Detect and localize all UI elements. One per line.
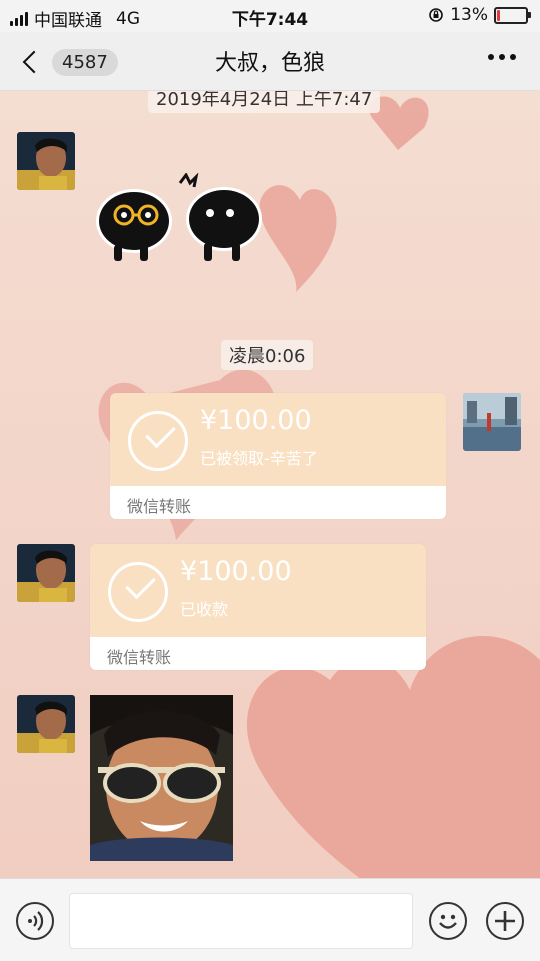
avatar-other-image [17,695,75,753]
voice-button[interactable] [16,902,54,940]
transfer-label: 微信转账 [107,648,172,667]
transfer-card-received[interactable]: ¥100.00 已收款 微信转账 [90,544,426,670]
transfer-card-top: ¥100.00 已被领取-辛苦了 [110,393,446,486]
nav-bar: 4587 大叔，色狼 [0,32,540,91]
voice-icon [28,911,44,931]
transfer-label: 微信转账 [127,497,192,516]
emoji-button[interactable] [429,902,467,940]
avatar-self[interactable] [463,393,521,451]
more-button[interactable] [488,54,516,60]
avatar-other[interactable] [17,132,75,190]
chat-title: 大叔，色狼 [214,51,325,76]
input-bar [0,878,540,961]
status-right: 13% [428,5,531,25]
status-bar: 中国联通 4G 下午7:44 13% [0,0,540,32]
transfer-status: 已被领取-辛苦了 [200,449,318,468]
checkmark-icon [128,411,188,471]
message-input[interactable] [69,893,413,949]
checkmark-icon [108,562,168,622]
avatar-self-image [463,393,521,451]
avatar-other[interactable] [17,695,75,753]
photo-message[interactable] [90,695,233,861]
transfer-amount: ¥100.00 [180,556,292,587]
transfer-card-footer: 微信转账 [110,486,446,519]
timestamp-mid: 凌晨0:06 [221,340,314,370]
timestamp-top: 2019年4月24日 上午7:47 [148,91,381,113]
emoji-icon [439,914,457,929]
plus-icon [495,911,515,931]
orientation-lock-icon [429,8,444,22]
battery-icon [494,6,531,24]
transfer-amount: ¥100.00 [200,405,312,436]
avatar-other-image [17,544,75,602]
chat-content[interactable]: 2019年4月24日 上午7:47 凌晨0:06 ¥100.00 已被领取-辛苦… [0,91,540,877]
transfer-card-sent[interactable]: ¥100.00 已被领取-辛苦了 微信转账 [110,393,446,519]
sticker-message[interactable] [96,173,266,273]
avatar-other[interactable] [17,544,75,602]
avatar-other-image [17,132,75,190]
transfer-card-footer: 微信转账 [90,637,426,670]
plus-button[interactable] [486,902,524,940]
transfer-status: 已收款 [180,600,229,619]
transfer-card-top: ¥100.00 已收款 [90,544,426,637]
battery-percent: 13% [450,5,488,25]
more-dots-icon [488,54,494,60]
battery-fill [497,9,500,21]
